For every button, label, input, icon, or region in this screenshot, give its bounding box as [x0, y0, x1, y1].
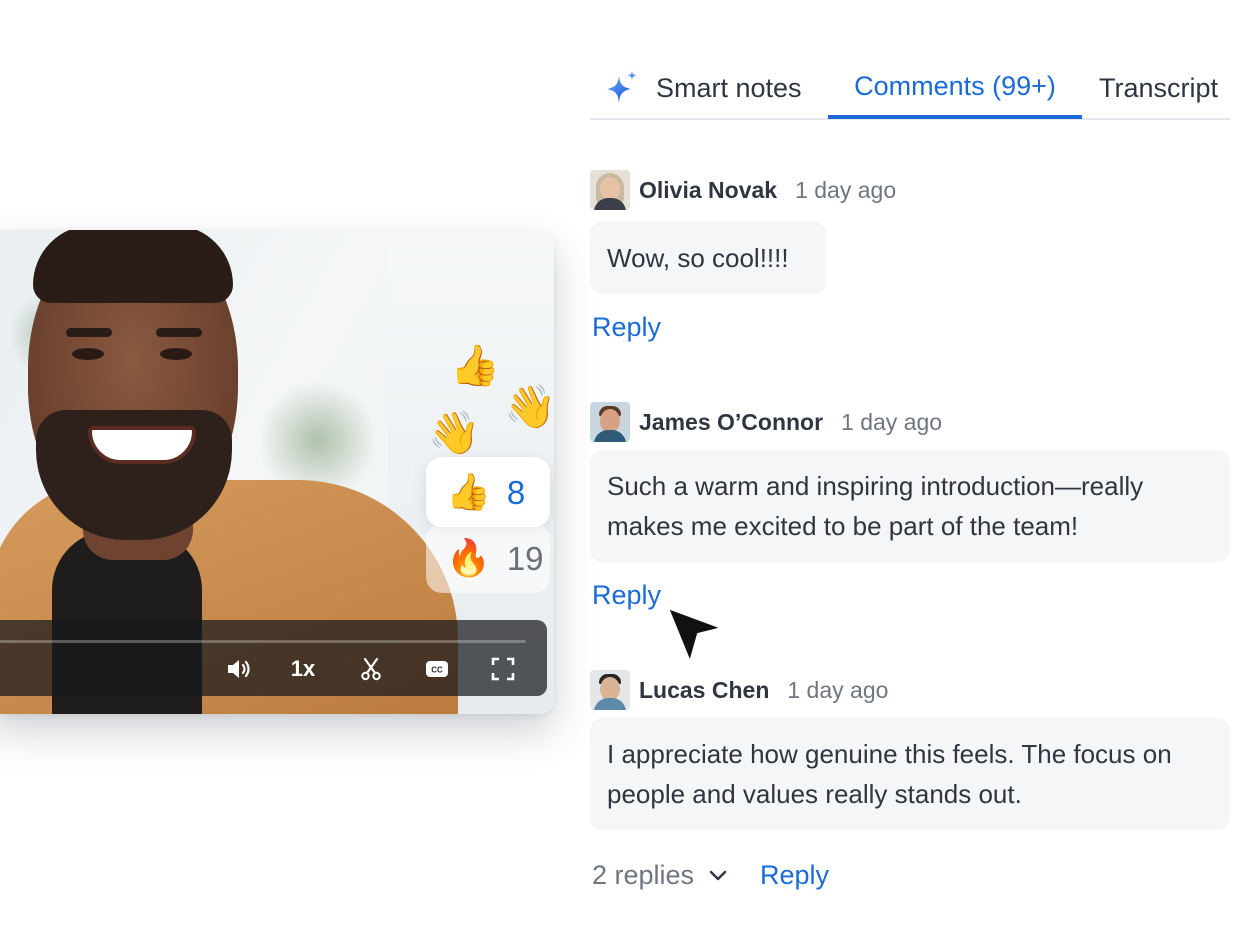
- scissors-icon: [361, 657, 381, 681]
- waving-hand-float-icon: 👋: [428, 409, 481, 456]
- fullscreen-icon: [491, 657, 515, 681]
- reply-link[interactable]: Reply: [760, 860, 829, 891]
- tab-label: Transcript: [1099, 72, 1219, 103]
- reaction-thumbs-up[interactable]: 👍 8: [426, 457, 550, 527]
- clip-button[interactable]: [358, 656, 384, 682]
- tab-smart-notes[interactable]: Smart notes: [604, 58, 802, 118]
- sparkle-icon: [604, 70, 640, 106]
- person-eye: [72, 348, 104, 360]
- captions-icon: CC: [426, 661, 448, 677]
- reaction-count: 19: [506, 539, 544, 577]
- svg-text:CC: CC: [431, 666, 443, 675]
- comment-timestamp: 1 day ago: [841, 408, 943, 435]
- comment-timestamp: 1 day ago: [787, 676, 889, 703]
- mouse-pointer-icon: [667, 607, 723, 663]
- avatar[interactable]: [590, 670, 630, 710]
- thumbs-up-icon: 👍: [446, 471, 491, 512]
- reaction-fire[interactable]: 🔥 19: [426, 523, 550, 593]
- comment-bubble: I appreciate how genuine this feels. The…: [590, 718, 1230, 830]
- person-brow: [156, 328, 202, 337]
- comment-bubble: Such a warm and inspiring introduction—r…: [590, 450, 1230, 562]
- volume-icon: [228, 660, 250, 678]
- tab-comments[interactable]: Comments (99+): [828, 58, 1082, 119]
- chevron-down-icon: [709, 870, 727, 880]
- thumbs-up-float-icon: 👍: [450, 344, 500, 388]
- fullscreen-button[interactable]: [490, 656, 516, 682]
- person-brow: [66, 328, 112, 337]
- comment-author[interactable]: Olivia Novak: [639, 177, 777, 204]
- comment-header: James O’Connor 1 day ago: [590, 402, 942, 442]
- avatar[interactable]: [590, 402, 630, 442]
- comment-bubble: Wow, so cool!!!!: [590, 222, 826, 294]
- comment-header: Olivia Novak 1 day ago: [590, 170, 896, 210]
- waving-hand-float-icon: 👋: [504, 383, 554, 430]
- person-hair: [33, 230, 233, 303]
- comment-text: Wow, so cool!!!!: [607, 243, 789, 273]
- replies-count: 2 replies: [592, 860, 695, 890]
- tab-label: Comments (99+): [854, 71, 1056, 101]
- video-controls-bar: 1x CC: [0, 620, 547, 696]
- volume-button[interactable]: [224, 656, 254, 682]
- comment-author[interactable]: James O’Connor: [639, 409, 823, 436]
- tab-transcript[interactable]: Transcript: [1099, 58, 1218, 118]
- tab-label: Smart notes: [656, 72, 802, 103]
- captions-button[interactable]: CC: [424, 656, 450, 682]
- reply-link[interactable]: Reply: [592, 580, 661, 611]
- playback-speed-label: 1x: [290, 656, 316, 681]
- reply-link[interactable]: Reply: [592, 312, 661, 343]
- replies-toggle[interactable]: 2 replies: [592, 860, 728, 891]
- playback-speed-button[interactable]: 1x: [288, 656, 318, 682]
- panel-tabs: Smart notes Comments (99+) Transcript: [590, 58, 1230, 120]
- comment-timestamp: 1 day ago: [795, 176, 897, 203]
- avatar[interactable]: [590, 170, 630, 210]
- progress-bar[interactable]: [0, 640, 526, 643]
- comment-text: I appreciate how genuine this feels. The…: [607, 739, 1172, 809]
- reaction-count: 8: [506, 473, 526, 511]
- video-player[interactable]: 👍 👋 👋 👍 8 🔥 19 1x CC: [0, 230, 554, 714]
- comment-text: Such a warm and inspiring introduction—r…: [607, 471, 1144, 541]
- comment-header: Lucas Chen 1 day ago: [590, 670, 888, 710]
- comment-author[interactable]: Lucas Chen: [639, 677, 769, 704]
- fire-icon: 🔥: [446, 537, 491, 578]
- person-eye: [160, 348, 192, 360]
- person-smile: [88, 426, 196, 464]
